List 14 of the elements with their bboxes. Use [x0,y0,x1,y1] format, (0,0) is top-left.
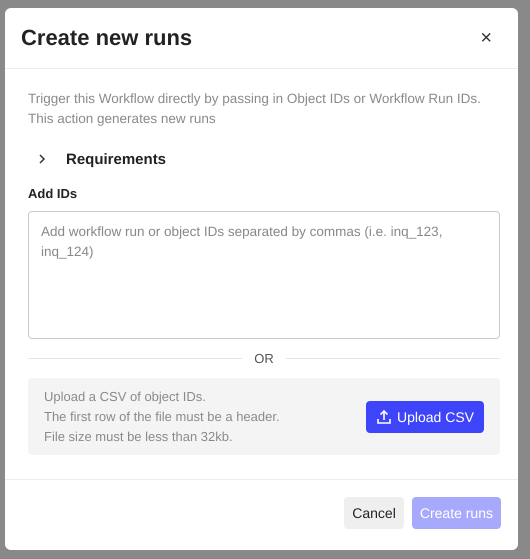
upload-button[interactable]: Upload CSV [366,400,484,432]
ids-field[interactable]: Add workflow run or object IDs separated by commas (i.e. inq_123, inq_124) [28,211,500,339]
chevron-icon [38,153,46,165]
dialog-title: Create new runs [21,25,192,51]
upload-hint: File size must be less than 32kb. [44,428,234,446]
upload-hint: The first row of the file must be a header. [44,408,280,426]
upload-hint: Upload a CSV of object IDs. [44,388,207,406]
upload-icon [376,408,392,424]
cancel-button[interactable]: Cancel [344,497,404,529]
field-label: Add IDs [28,186,78,201]
or-separator: OR [254,351,274,366]
requirements-toggle[interactable]: Requirements [28,148,500,170]
description-text: Trigger this Workflow directly by passing in Object IDs or Workflow Run IDs. This action generates new runs [28,90,482,128]
close-button[interactable]: × [476,28,496,48]
